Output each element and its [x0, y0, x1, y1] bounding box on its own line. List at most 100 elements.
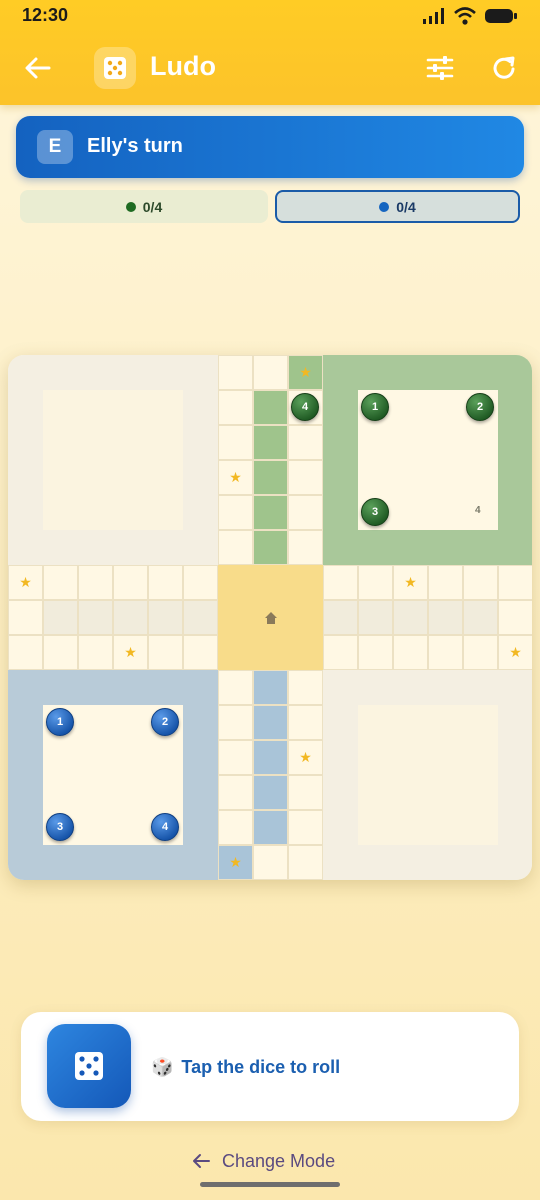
home-center	[218, 565, 323, 670]
board-cell	[253, 775, 288, 810]
board-cell	[253, 670, 288, 705]
blue-dot	[379, 201, 390, 212]
board-cell	[43, 600, 78, 635]
system-icons	[422, 7, 518, 25]
board-cell	[253, 530, 288, 565]
change-mode-button[interactable]: Change Mode	[190, 1148, 335, 1174]
blue-token-2[interactable]: 2	[151, 708, 179, 736]
board-cell	[323, 600, 358, 635]
board-cell	[358, 565, 393, 600]
board-cell	[218, 390, 253, 425]
change-mode-label: Change Mode	[222, 1150, 336, 1171]
board-cell	[428, 635, 463, 670]
board-cell	[8, 635, 43, 670]
home-icon	[264, 611, 277, 624]
board-cell	[253, 845, 288, 880]
refresh-icon[interactable]	[488, 52, 520, 84]
board-cell	[183, 635, 218, 670]
board-cell	[463, 565, 498, 600]
board-cell	[393, 635, 428, 670]
battery-icon	[485, 9, 517, 23]
board-cell	[78, 565, 113, 600]
turn-text: Elly's turn	[87, 135, 183, 157]
roll-hint: 🎲 Tap the dice to roll	[151, 1057, 340, 1078]
board-cell	[78, 600, 113, 635]
green-slot-mark: 4	[475, 505, 481, 516]
board-cell	[288, 810, 323, 845]
board-cell	[288, 530, 323, 565]
yard-bottom-right	[323, 670, 532, 880]
board-cell	[218, 530, 253, 565]
green-token-4[interactable]: 4	[291, 393, 319, 421]
board-cell	[498, 565, 532, 600]
turn-banner: E Elly's turn	[16, 116, 524, 178]
safe-star-icon: ★	[229, 854, 242, 870]
board-cell	[288, 670, 323, 705]
score-green: 0/4	[20, 190, 268, 223]
board-cell	[253, 460, 288, 495]
yard-green	[323, 355, 532, 565]
dice-icon	[104, 57, 126, 79]
board-cell	[358, 635, 393, 670]
blue-token-1[interactable]: 1	[46, 708, 74, 736]
board-cell	[323, 565, 358, 600]
board-cell	[498, 600, 532, 635]
roll-hint-text: Tap the dice to roll	[181, 1057, 341, 1077]
blue-token-4[interactable]: 4	[151, 813, 179, 841]
score-blue-text: 0/4	[396, 198, 416, 215]
board-cell	[218, 355, 253, 390]
board-cell	[358, 600, 393, 635]
board-cell	[8, 600, 43, 635]
safe-star-icon: ★	[229, 469, 242, 485]
board-cell	[43, 565, 78, 600]
ludo-board[interactable]: ★ ★ ★ ★ ★ ★ ★ ★ 4 1 2 3 4 1 2 3 4	[8, 355, 532, 880]
board-cell	[288, 460, 323, 495]
board-cell	[78, 635, 113, 670]
blue-token-3[interactable]: 3	[46, 813, 74, 841]
dice-five-icon	[75, 1052, 103, 1080]
dice-emoji-icon: 🎲	[151, 1057, 174, 1077]
board-cell	[393, 600, 428, 635]
board-cell	[253, 355, 288, 390]
player-avatar: E	[37, 130, 73, 164]
score-green-text: 0/4	[142, 198, 163, 215]
board-cell	[218, 425, 253, 460]
home-indicator	[200, 1182, 340, 1187]
board-cell	[183, 565, 218, 600]
green-token-2[interactable]: 2	[466, 393, 494, 421]
board-cell	[288, 705, 323, 740]
board-cell	[428, 600, 463, 635]
board-cell	[43, 635, 78, 670]
safe-star-icon: ★	[404, 574, 417, 590]
green-token-1[interactable]: 1	[361, 393, 389, 421]
board-cell	[288, 845, 323, 880]
board-cell	[253, 495, 288, 530]
board-cell	[253, 705, 288, 740]
yard-bottom-right-inner	[358, 705, 498, 845]
board-cell	[183, 600, 218, 635]
board-cell	[218, 740, 253, 775]
board-cell	[113, 565, 148, 600]
wifi-icon	[454, 7, 476, 25]
board-cell	[218, 495, 253, 530]
board-cell	[218, 705, 253, 740]
status-bar: 12:30	[0, 0, 540, 34]
green-dot	[125, 201, 136, 212]
app-bar: 12:30 Ludo	[0, 0, 540, 105]
signal-icon	[423, 8, 444, 24]
green-token-3[interactable]: 3	[361, 498, 389, 526]
back-arrow-icon	[193, 1154, 210, 1168]
tune-settings-icon[interactable]	[424, 52, 456, 84]
safe-star-icon: ★	[124, 644, 137, 660]
board-cell	[218, 810, 253, 845]
dice-panel: 🎲 Tap the dice to roll	[21, 1012, 519, 1121]
score-blue: 0/4	[275, 190, 520, 223]
roll-dice-button[interactable]	[47, 1024, 131, 1108]
board-cell	[288, 495, 323, 530]
back-arrow-icon[interactable]	[22, 52, 54, 84]
board-cell	[463, 600, 498, 635]
board-cell	[428, 565, 463, 600]
board-cell	[113, 600, 148, 635]
board-cell	[253, 390, 288, 425]
status-time: 12:30	[22, 5, 69, 25]
